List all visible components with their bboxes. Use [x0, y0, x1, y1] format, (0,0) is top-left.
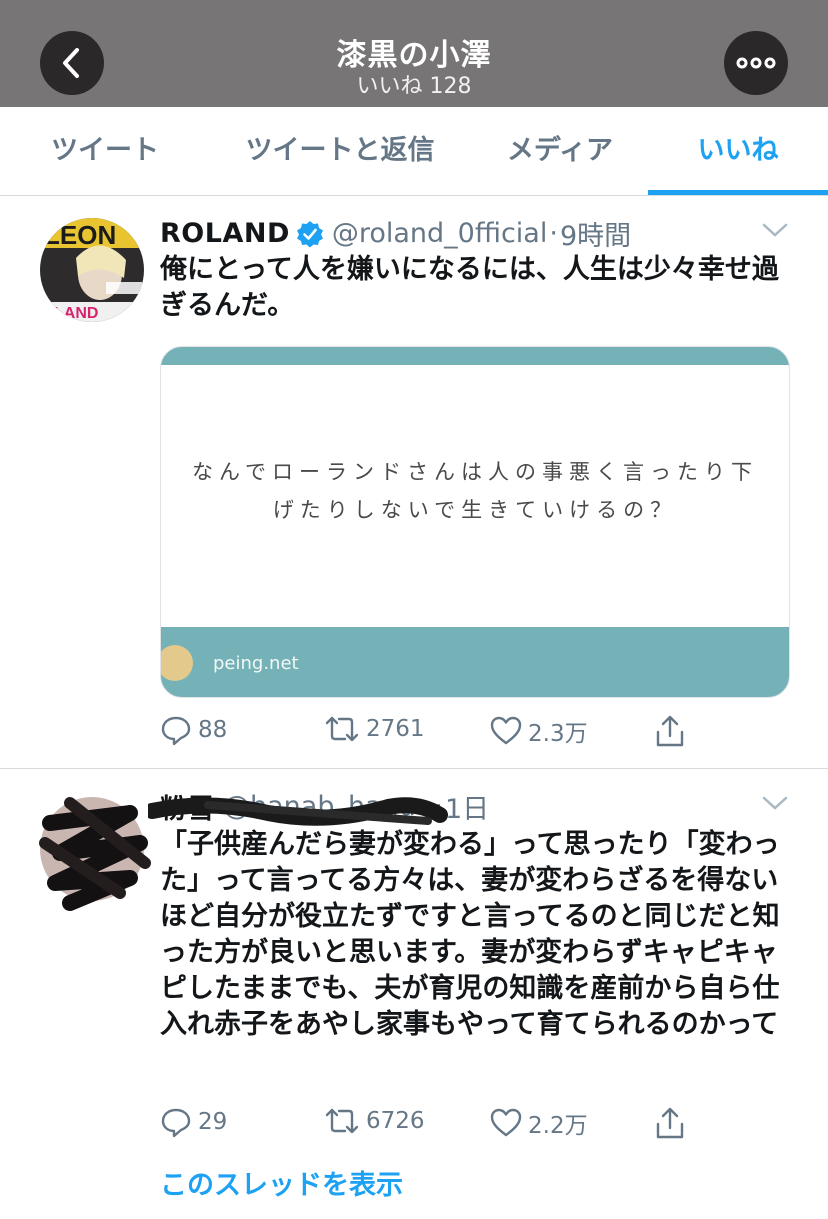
- reply-icon: [161, 1108, 191, 1138]
- redaction-scribble: [148, 797, 448, 826]
- reply-count: 29: [198, 1109, 228, 1135]
- tweet-meta: ROLAND @roland_0fficial · 9時間: [160, 214, 631, 253]
- reply-button[interactable]: 88: [160, 714, 227, 746]
- chevron-down-icon[interactable]: [762, 222, 788, 238]
- retweet-icon: [325, 716, 359, 742]
- like-count: 2.3万: [528, 721, 588, 747]
- show-thread-link[interactable]: このスレッドを表示: [160, 1163, 403, 1202]
- tweet[interactable]: LEON LAND ROLAND @roland_0fficial · 9時間 …: [0, 196, 828, 769]
- share-button[interactable]: [654, 714, 686, 748]
- timestamp[interactable]: 9時間: [560, 214, 631, 253]
- chevron-down-icon[interactable]: [762, 795, 788, 811]
- profile-tabs: ツイート ツイートと返信 メディア いいね: [0, 107, 828, 196]
- share-icon: [656, 715, 684, 747]
- tweet-text: 俺にとって人を嫌いになるには、人生は少々幸せ過ぎるんだ。: [160, 254, 779, 321]
- retweet-button[interactable]: 2761: [324, 714, 425, 744]
- card-domain: peing.net: [213, 653, 299, 674]
- retweet-button[interactable]: 6726: [324, 1106, 425, 1136]
- display-name[interactable]: ROLAND: [160, 218, 290, 249]
- retweet-count: 6726: [366, 1108, 425, 1134]
- avatar[interactable]: LEON LAND: [40, 218, 144, 322]
- share-icon: [656, 1107, 684, 1139]
- active-tab-indicator: [648, 190, 828, 195]
- card-image: なんでローランドさんは人の事悪く言ったり下げたりしないで生きていけるの？: [161, 365, 789, 627]
- like-button[interactable]: 2.2万: [490, 1106, 588, 1140]
- tweet[interactable]: 粉雪 @hanab_hanuo · 1日 「子供産んだら妻が変わる」って思ったり…: [0, 769, 828, 1219]
- card-question-text: なんでローランドさんは人の事悪く言ったり下げたりしないで生きていけるの？: [192, 460, 758, 522]
- share-button[interactable]: [654, 1106, 686, 1140]
- reply-count: 88: [198, 717, 228, 743]
- tab-media[interactable]: メディア: [480, 107, 640, 195]
- retweet-count: 2761: [366, 716, 425, 742]
- timestamp[interactable]: 1日: [445, 787, 489, 826]
- tab-likes[interactable]: いいね: [648, 107, 828, 195]
- reply-button[interactable]: 29: [160, 1106, 227, 1138]
- tab-tweets-and-replies[interactable]: ツイートと返信: [230, 107, 450, 195]
- tweet-actions: 88 2761 2.3万: [160, 714, 720, 754]
- like-count: 2.2万: [528, 1113, 588, 1139]
- reply-icon: [161, 716, 191, 746]
- avatar[interactable]: [39, 791, 151, 911]
- user-handle: @roland_0fficial: [331, 218, 548, 249]
- svg-text:LAND: LAND: [54, 305, 98, 322]
- more-options-button[interactable]: [724, 31, 788, 95]
- tweet-text: 「子供産んだら妻が変わる」って思ったり「変わった」って言ってる方々は、妻が変わら…: [160, 829, 780, 1040]
- profile-header: 漆黒の小澤 いいね 128: [0, 0, 828, 107]
- link-card[interactable]: なんでローランドさんは人の事悪く言ったり下げたりしないで生きていけるの？ pei…: [160, 346, 790, 698]
- like-button[interactable]: 2.3万: [490, 714, 588, 748]
- heart-icon: [490, 716, 522, 745]
- svg-text:LEON: LEON: [44, 220, 116, 250]
- tab-tweets[interactable]: ツイート: [20, 107, 190, 195]
- card-site-icon: [161, 645, 193, 681]
- heart-icon: [490, 1108, 522, 1137]
- likes-count-subtitle: いいね 128: [356, 74, 472, 99]
- retweet-icon: [325, 1108, 359, 1134]
- meta-separator: ·: [549, 218, 558, 249]
- verified-badge-icon: [296, 220, 323, 247]
- tweet-actions: 29 6726 2.2万: [160, 1106, 720, 1146]
- more-icon: [736, 57, 776, 69]
